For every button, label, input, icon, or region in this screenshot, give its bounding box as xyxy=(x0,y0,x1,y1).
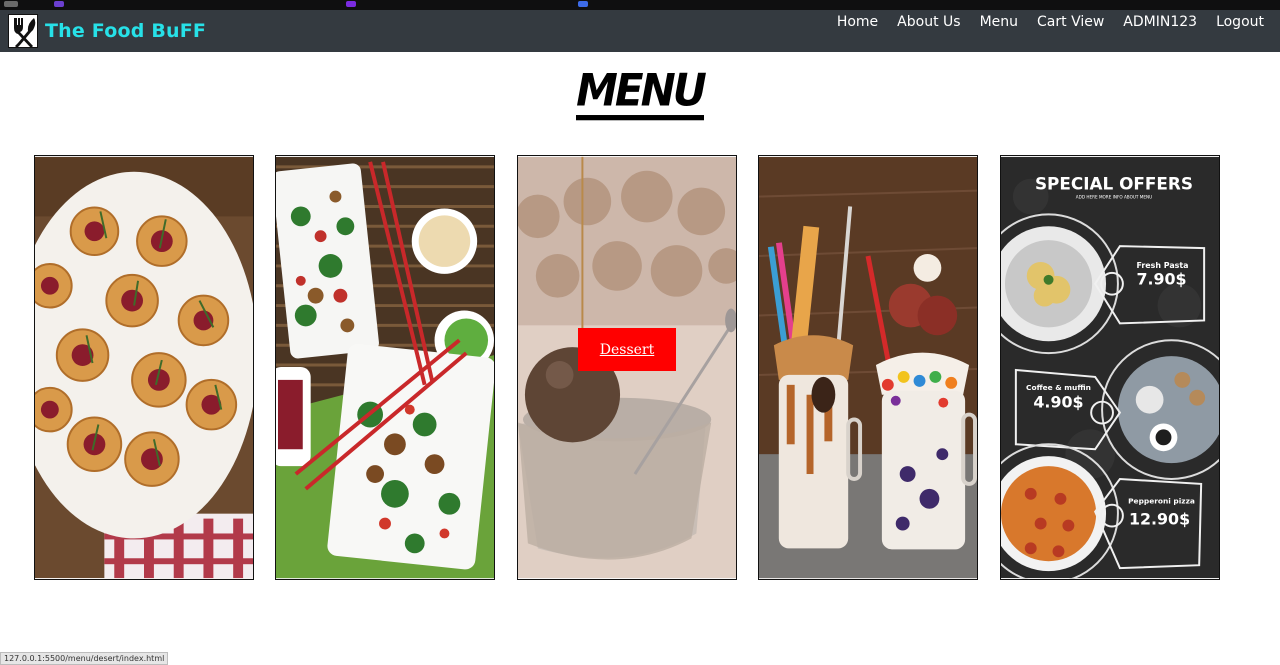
dessert-button[interactable]: Dessert xyxy=(578,328,676,371)
status-bar-url: 127.0.0.1:5500/menu/desert/index.html xyxy=(0,652,169,665)
fork-knife-icon xyxy=(8,14,38,48)
bookmark-icon[interactable] xyxy=(54,1,64,7)
brand-name: The Food BuFF xyxy=(45,20,207,42)
nav-links: Home About Us Menu Cart View ADMIN123 Lo… xyxy=(818,10,1264,34)
navbar: The Food BuFF Home About Us Menu Cart Vi… xyxy=(0,10,1280,52)
browser-bookmarks-strip xyxy=(0,0,1280,10)
special-offers-image: SPECIAL OFFERS ADD HERE MORE INFO ABOUT … xyxy=(1001,156,1219,579)
offers-heading: SPECIAL OFFERS xyxy=(1035,174,1193,194)
appetizers-card[interactable] xyxy=(34,155,254,580)
offer-2-item: Coffee & muffin xyxy=(1026,383,1091,392)
shakes-image xyxy=(759,156,977,579)
nav-about-link[interactable]: About Us xyxy=(897,14,960,30)
appetizers-image xyxy=(35,156,253,579)
shakes-card[interactable] xyxy=(758,155,978,580)
nav-menu-link[interactable]: Menu xyxy=(980,14,1018,30)
nav-home-link[interactable]: Home xyxy=(837,14,878,30)
offer-1-price: 7.90$ xyxy=(1136,270,1186,289)
special-offers-card[interactable]: SPECIAL OFFERS ADD HERE MORE INFO ABOUT … xyxy=(1000,155,1220,580)
page-title: MENU xyxy=(576,66,707,121)
nav-admin-link[interactable]: ADMIN123 xyxy=(1123,14,1197,30)
bookmark-icon[interactable] xyxy=(346,1,356,7)
offer-2-price: 4.90$ xyxy=(1033,393,1083,412)
page-title-wrap: MENU xyxy=(0,66,1280,121)
offer-1-item: Fresh Pasta xyxy=(1137,261,1189,270)
main-course-image xyxy=(276,156,494,579)
offer-3-item: Pepperoni pizza xyxy=(1128,497,1195,506)
bookmark-icon[interactable] xyxy=(4,1,18,7)
offer-3-price: 12.90$ xyxy=(1129,510,1190,529)
nav-cart-view-link[interactable]: Cart View xyxy=(1037,14,1104,30)
main-course-card[interactable] xyxy=(275,155,495,580)
bookmark-icon[interactable] xyxy=(578,1,588,7)
dessert-card[interactable]: Dessert xyxy=(517,155,737,580)
offers-subheading: ADD HERE MORE INFO ABOUT MENU xyxy=(1076,195,1152,200)
nav-logout-link[interactable]: Logout xyxy=(1216,14,1264,30)
brand[interactable]: The Food BuFF xyxy=(8,13,206,49)
